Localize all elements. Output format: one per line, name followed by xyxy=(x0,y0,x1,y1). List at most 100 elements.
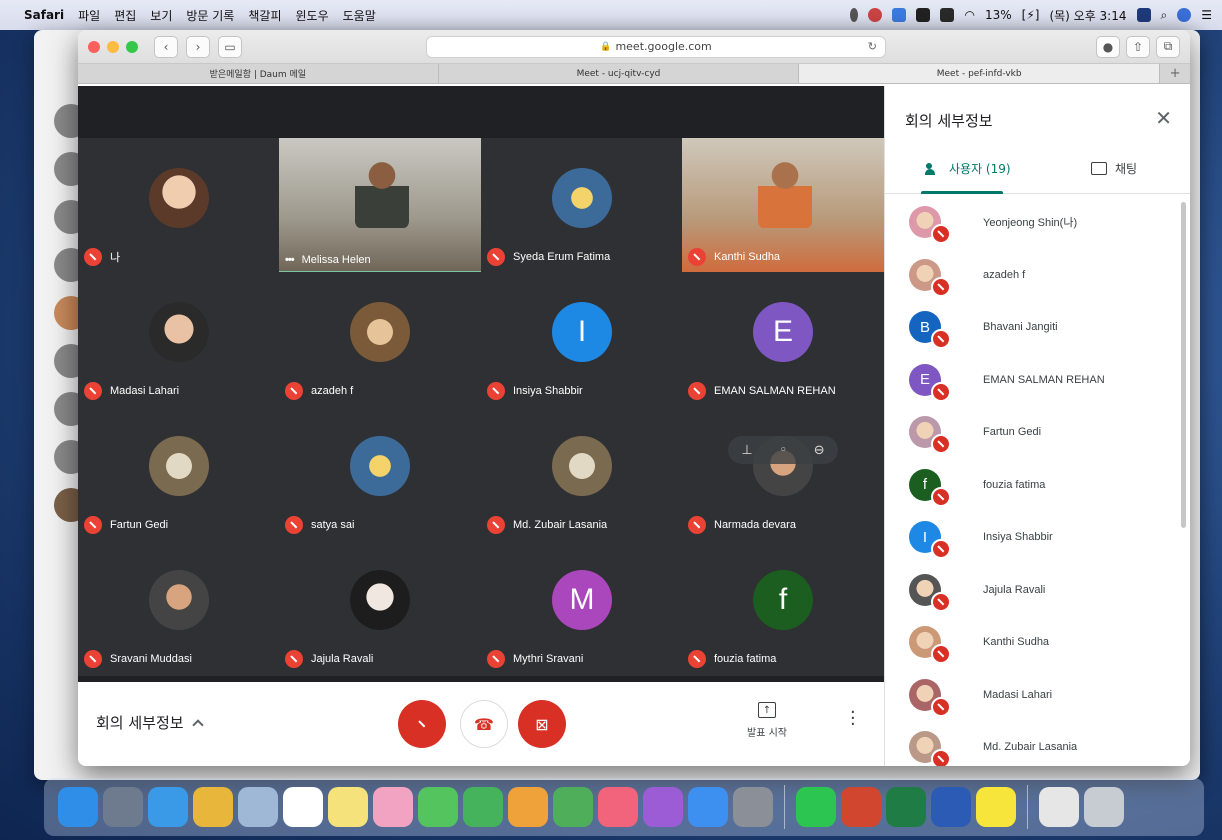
participant-row[interactable]: Madasi Lahari xyxy=(885,669,1185,722)
participant-tile[interactable]: Jajula Ravali xyxy=(279,540,481,676)
participant-tile[interactable]: azadeh f xyxy=(279,272,481,408)
address-bar[interactable]: 🔒 meet.google.com ↻ xyxy=(426,35,886,58)
participant-row[interactable]: Yeonjeong Shin(나) xyxy=(885,196,1185,249)
menu-help[interactable]: 도움말 xyxy=(343,7,376,24)
participant-row[interactable]: Kanthi Sudha xyxy=(885,616,1185,669)
participant-tile[interactable]: 나 xyxy=(78,138,280,274)
close-window-button[interactable] xyxy=(88,40,100,53)
tab-overview-button[interactable]: ⧉ xyxy=(1156,35,1180,58)
participant-tile[interactable]: M Mythri Sravani xyxy=(481,540,683,676)
screen-record-icon[interactable] xyxy=(892,8,907,22)
participant-row[interactable]: azadeh f xyxy=(885,249,1185,302)
close-icon[interactable]: ✕ xyxy=(1155,106,1172,130)
camera-toggle-button[interactable]: ⊠ xyxy=(518,700,566,748)
numbers-icon[interactable] xyxy=(553,787,593,827)
participant-row[interactable]: Md. Zubair Lasania xyxy=(885,721,1185,766)
participant-tile[interactable]: Madasi Lahari xyxy=(78,272,280,408)
notes-icon[interactable] xyxy=(328,787,368,827)
mic-off-icon xyxy=(285,516,303,534)
forward-button[interactable]: › xyxy=(186,35,210,58)
safari-dock-icon[interactable] xyxy=(148,787,188,827)
zoom-window-button[interactable] xyxy=(126,40,138,53)
chrome-icon[interactable] xyxy=(193,787,233,827)
podcasts-icon[interactable] xyxy=(643,787,683,827)
system-preferences-icon[interactable] xyxy=(733,787,773,827)
menu-view[interactable]: 보기 xyxy=(150,7,172,24)
photos-icon[interactable] xyxy=(373,787,413,827)
mail-status-icon[interactable] xyxy=(916,8,931,22)
more-options-icon[interactable]: · · · xyxy=(850,704,856,734)
input-source-icon[interactable] xyxy=(1136,8,1151,22)
powerpoint-icon[interactable] xyxy=(841,787,881,827)
music-icon[interactable] xyxy=(598,787,638,827)
back-button[interactable]: ‹ xyxy=(154,35,178,58)
participant-tile[interactable]: Fartun Gedi xyxy=(78,406,280,542)
tab-meet-1[interactable]: Meet - ucj-qitv-cyd xyxy=(439,64,800,83)
new-tab-button[interactable]: + xyxy=(1160,64,1190,83)
meeting-details-button[interactable]: 회의 세부정보 xyxy=(96,712,204,733)
spotlight-icon[interactable]: ⌕ xyxy=(1161,8,1168,23)
wifi-icon[interactable]: ◠ xyxy=(964,8,974,22)
participant-tile[interactable]: Md. Zubair Lasania xyxy=(481,406,683,542)
menu-history[interactable]: 방문 기록 xyxy=(186,7,234,24)
participant-tile[interactable]: E EMAN SALMAN REHAN xyxy=(682,272,884,408)
mute-participant-icon[interactable]: ◦ xyxy=(779,443,787,458)
downloads-button[interactable]: ● xyxy=(1096,35,1120,58)
participant-row[interactable]: f fouzia fatima xyxy=(885,459,1185,512)
participant-tile[interactable]: I Insiya Shabbir xyxy=(481,272,683,408)
finder-icon[interactable] xyxy=(58,787,98,827)
menu-bookmarks[interactable]: 책갈피 xyxy=(248,7,281,24)
menu-window[interactable]: 윈도우 xyxy=(295,7,328,24)
participant-list-scrollbar[interactable] xyxy=(1181,202,1186,528)
participant-row[interactable]: E EMAN SALMAN REHAN xyxy=(885,354,1185,407)
app-store-icon[interactable] xyxy=(688,787,728,827)
participant-row[interactable]: I Insiya Shabbir xyxy=(885,511,1185,564)
excel-icon[interactable] xyxy=(886,787,926,827)
save-status-icon[interactable] xyxy=(940,8,955,22)
whatsapp-icon[interactable] xyxy=(796,787,836,827)
pages-icon[interactable] xyxy=(508,787,548,827)
participant-tile[interactable]: ⊥ ◦ ⊖ Narmada devara xyxy=(682,406,884,542)
participant-tile[interactable]: satya sai xyxy=(279,406,481,542)
participant-tile[interactable]: Kanthi Sudha xyxy=(682,138,884,274)
menu-app-name[interactable]: Safari xyxy=(24,8,64,22)
facetime-icon[interactable] xyxy=(463,787,503,827)
pin-icon[interactable]: ⊥ xyxy=(741,443,752,458)
tab-people[interactable]: 사용자 (19) xyxy=(925,160,1011,177)
share-button[interactable]: ⇧ xyxy=(1126,35,1150,58)
siri-icon[interactable] xyxy=(1177,8,1192,22)
participant-tile[interactable]: f fouzia fatima xyxy=(682,540,884,676)
clock[interactable]: (목) 오후 3:14 xyxy=(1049,7,1126,24)
kakaotalk-icon[interactable] xyxy=(976,787,1016,827)
leave-call-button[interactable]: ☎ xyxy=(460,700,508,748)
menu-edit[interactable]: 편집 xyxy=(114,7,136,24)
trash-icon[interactable] xyxy=(1084,787,1124,827)
participant-row[interactable]: Jajula Ravali xyxy=(885,564,1185,617)
notification-center-icon[interactable]: ☰ xyxy=(1201,8,1212,22)
present-now-button[interactable]: ↑ 발표 시작 xyxy=(732,702,802,739)
microphone-toggle-button[interactable] xyxy=(398,700,446,748)
preview-icon[interactable] xyxy=(238,787,278,827)
reload-icon[interactable]: ↻ xyxy=(868,40,877,53)
tab-chat[interactable]: 채팅 xyxy=(1091,160,1137,177)
participant-row[interactable]: Fartun Gedi xyxy=(885,406,1185,459)
word-icon[interactable] xyxy=(931,787,971,827)
messages-icon[interactable] xyxy=(418,787,458,827)
participant-tile[interactable]: Syeda Erum Fatima xyxy=(481,138,683,274)
tab-daum-mail[interactable]: 받은메일함 | Daum 메일 xyxy=(78,64,439,83)
tab-meet-2[interactable]: Meet - pef-infd-vkb xyxy=(799,64,1161,83)
launchpad-icon[interactable] xyxy=(103,787,143,827)
document-icon[interactable] xyxy=(1039,787,1079,827)
sidebar-toggle-button[interactable]: ▭ xyxy=(218,35,242,58)
app-status-icon[interactable] xyxy=(868,8,883,22)
calendar-icon[interactable] xyxy=(283,787,323,827)
battery-percent[interactable]: 13% xyxy=(985,8,1012,22)
mic-status-icon[interactable] xyxy=(850,8,859,22)
participant-tile[interactable]: Sravani Muddasi xyxy=(78,540,280,676)
battery-icon[interactable]: [⚡] xyxy=(1022,8,1040,22)
menu-file[interactable]: 파일 xyxy=(78,7,100,24)
remove-participant-icon[interactable]: ⊖ xyxy=(814,443,825,458)
participant-tile[interactable]: ••• Melissa Helen xyxy=(279,138,481,274)
minimize-window-button[interactable] xyxy=(107,40,119,53)
participant-row[interactable]: B Bhavani Jangiti xyxy=(885,301,1185,354)
